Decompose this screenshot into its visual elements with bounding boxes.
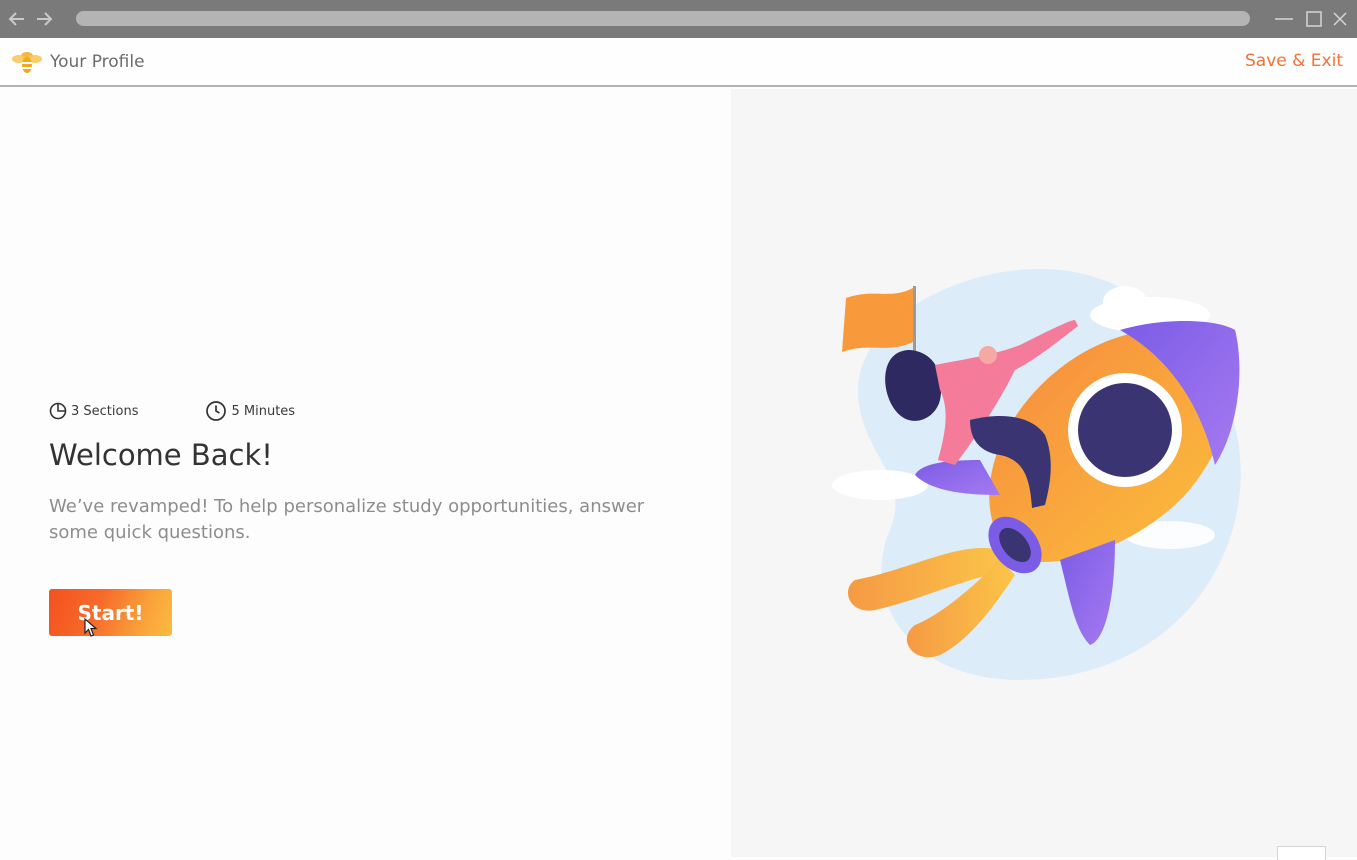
time-info: 5 Minutes xyxy=(205,400,295,422)
forward-icon[interactable] xyxy=(33,8,55,30)
app-header: Your Profile Save & Exit xyxy=(0,38,1357,87)
intro-meta: 3 Sections 5 Minutes xyxy=(49,400,295,422)
browser-toolbar xyxy=(0,0,1357,38)
back-icon[interactable] xyxy=(6,8,28,30)
rocket-rider-illustration xyxy=(820,260,1260,690)
intro-panel xyxy=(0,89,731,857)
pie-chart-icon xyxy=(49,402,67,420)
welcome-heading: Welcome Back! xyxy=(49,438,273,472)
bee-logo-icon xyxy=(11,46,43,78)
maximize-icon[interactable] xyxy=(1303,8,1325,30)
sections-info: 3 Sections xyxy=(49,402,138,420)
corner-widget[interactable] xyxy=(1277,846,1326,860)
save-exit-button[interactable]: Save & Exit xyxy=(1245,51,1343,71)
clock-icon xyxy=(206,401,227,421)
start-button[interactable]: Start! xyxy=(49,589,172,636)
page-title: Your Profile xyxy=(50,52,145,72)
close-icon[interactable] xyxy=(1329,8,1351,30)
minimize-icon[interactable] xyxy=(1273,8,1295,30)
mouse-pointer-icon xyxy=(84,617,98,638)
welcome-description: We’ve revamped! To help personalize stud… xyxy=(49,496,645,543)
time-label: 5 Minutes xyxy=(231,403,296,419)
sections-label: 3 Sections xyxy=(71,403,139,419)
address-bar[interactable] xyxy=(76,11,1250,26)
